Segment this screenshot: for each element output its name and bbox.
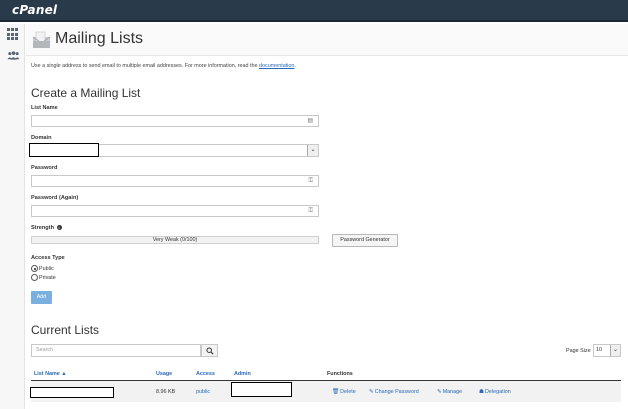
access-private-label: Private bbox=[39, 274, 56, 281]
row-usage: 8.96 KB bbox=[156, 389, 176, 395]
pencil-icon: ✎ bbox=[369, 389, 374, 395]
delegation-label: Delegation bbox=[485, 389, 511, 395]
list-icon: ▤ bbox=[307, 118, 313, 124]
strength-label-row: Strength i bbox=[31, 225, 62, 231]
delete-button[interactable]: 🗑Delete bbox=[332, 389, 356, 395]
row-access: public bbox=[196, 389, 211, 395]
column-header-access[interactable]: Access bbox=[196, 371, 215, 377]
pencil-icon: ✎ bbox=[437, 389, 442, 395]
page-size-select[interactable]: 10 ⌄ bbox=[593, 344, 621, 357]
column-header-list-name[interactable]: List Name ▲ bbox=[34, 371, 67, 377]
list-name-input[interactable]: ▤ bbox=[31, 115, 319, 127]
table-row bbox=[31, 381, 621, 402]
current-lists-title: Current Lists bbox=[31, 323, 100, 337]
domain-label: Domain bbox=[31, 135, 52, 141]
redacted-admin bbox=[231, 382, 292, 397]
search-icon bbox=[206, 347, 214, 355]
search-input[interactable]: Search bbox=[31, 344, 201, 357]
chevron-down-icon: ⌄ bbox=[307, 145, 318, 156]
column-header-functions: Functions bbox=[327, 371, 353, 377]
change-password-label: Change Password bbox=[374, 389, 419, 395]
add-button[interactable]: Add bbox=[31, 291, 52, 304]
list-name-label: List Name bbox=[31, 105, 58, 111]
users-icon: ☗ bbox=[479, 389, 485, 395]
info-icon[interactable]: i bbox=[56, 225, 62, 231]
delegation-button[interactable]: ☗Delegation bbox=[479, 389, 511, 395]
strength-label: Strength bbox=[31, 225, 54, 231]
chevron-down-icon: ⌄ bbox=[610, 345, 620, 356]
page-title: Mailing Lists bbox=[55, 30, 144, 47]
column-header-usage[interactable]: Usage bbox=[156, 371, 172, 377]
intro-description: Use a single address to send email to mu… bbox=[31, 63, 260, 69]
grid-icon[interactable] bbox=[7, 28, 20, 41]
page-size-label: Page Size bbox=[566, 348, 591, 354]
access-option-private[interactable]: Private bbox=[31, 274, 56, 281]
search-button[interactable] bbox=[201, 344, 218, 357]
password-again-input[interactable]: ⚿ bbox=[31, 205, 319, 217]
password-strength-meter: Very Weak (0/100) bbox=[31, 236, 319, 244]
password-label: Password bbox=[31, 165, 58, 171]
redacted-list-name bbox=[30, 387, 114, 398]
users-icon[interactable] bbox=[7, 49, 20, 62]
radio-private[interactable] bbox=[31, 274, 38, 281]
access-option-public[interactable]: Public bbox=[31, 265, 54, 272]
manage-button[interactable]: ✎Manage bbox=[437, 389, 462, 395]
password-input[interactable]: ⚿ bbox=[31, 175, 319, 187]
column-header-admin[interactable]: Admin bbox=[234, 371, 251, 377]
key-icon: ⚿ bbox=[308, 208, 313, 214]
access-type-label: Access Type bbox=[31, 255, 65, 261]
change-password-button[interactable]: ✎Change Password bbox=[369, 389, 419, 395]
radio-public[interactable] bbox=[31, 265, 38, 272]
create-section-title: Create a Mailing List bbox=[31, 86, 141, 100]
delete-label: Delete bbox=[340, 389, 356, 395]
documentation-link[interactable]: documentation bbox=[259, 63, 294, 69]
trash-icon: 🗑 bbox=[332, 389, 340, 395]
sidebar bbox=[0, 24, 25, 409]
manage-label: Manage bbox=[442, 389, 463, 395]
top-bar: cPanel bbox=[0, 0, 628, 22]
access-public-label: Public bbox=[39, 265, 54, 272]
password-again-label: Password (Again) bbox=[31, 195, 79, 201]
password-generator-button[interactable]: Password Generator bbox=[332, 234, 398, 247]
intro-text: Use a single address to send email to mu… bbox=[31, 63, 296, 69]
key-icon: ⚿ bbox=[308, 178, 313, 184]
mailing-list-icon bbox=[32, 31, 51, 48]
page-size-value: 10 bbox=[596, 347, 602, 353]
page-header: Mailing Lists bbox=[26, 24, 628, 56]
intro-suffix: . bbox=[294, 63, 296, 69]
strength-value: Very Weak (0/100) bbox=[152, 237, 198, 243]
redacted-domain-value bbox=[29, 143, 99, 157]
cpanel-logo[interactable]: cPanel bbox=[12, 3, 57, 17]
